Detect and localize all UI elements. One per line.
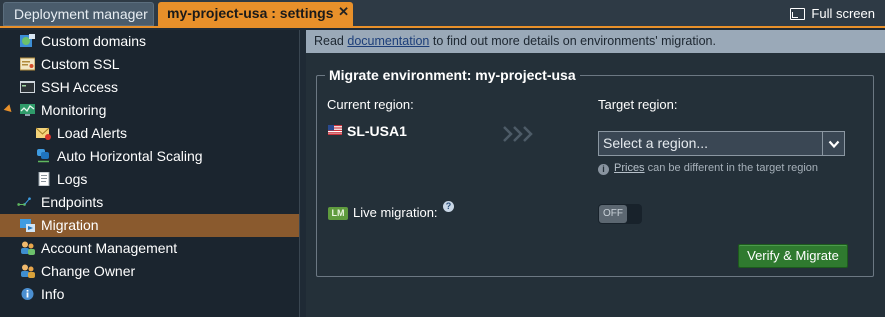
sidebar-item-custom-ssl[interactable]: Custom SSL (0, 53, 299, 76)
alert-mail-icon (36, 127, 51, 140)
live-migration-label: Live migration: (353, 205, 438, 220)
sidebar-item-monitoring[interactable]: Monitoring (0, 99, 299, 122)
sidebar-item-label: Custom SSL (41, 56, 120, 72)
owner-icon (21, 264, 35, 278)
fullscreen-icon (790, 8, 806, 20)
live-migration-toggle[interactable]: OFF (598, 204, 642, 224)
certificate-icon (20, 57, 35, 71)
current-region-label: Current region: (327, 97, 414, 112)
info-bar-suffix: to find out more details on environments… (432, 34, 716, 48)
tab-deployment-manager[interactable]: Deployment manager (3, 2, 154, 26)
sidebar-item-label: SSH Access (41, 79, 119, 95)
toggle-state-label: OFF (599, 205, 627, 223)
sidebar-item-load-alerts[interactable]: Load Alerts (0, 122, 299, 145)
chevron-down-icon (828, 140, 839, 149)
sidebar-item-migration[interactable]: Migration (0, 214, 299, 237)
sidebar-item-logs[interactable]: Logs (0, 168, 299, 191)
migrate-environment-group: Migrate environment: my-project-usa Curr… (316, 67, 874, 277)
sidebar-item-label: Monitoring (41, 102, 107, 118)
sidebar-item-label: Logs (57, 171, 88, 187)
info-icon (21, 288, 34, 300)
sidebar-item-auto-horizontal-scaling[interactable]: Auto Horizontal Scaling (0, 145, 299, 168)
sidebar-item-label: Custom domains (41, 33, 147, 49)
sidebar-item-label: Endpoints (41, 194, 104, 210)
target-region-select[interactable]: Select a region... (598, 131, 845, 156)
fullscreen-label: Full screen (811, 6, 875, 21)
prices-link[interactable]: Prices (614, 162, 645, 174)
migration-icon (20, 219, 35, 232)
target-region-placeholder: Select a region... (603, 135, 709, 151)
expand-triangle-icon[interactable] (3, 104, 15, 115)
document-icon (38, 172, 50, 186)
monitor-icon (20, 104, 35, 116)
target-region-label: Target region: (598, 97, 678, 112)
close-icon[interactable]: ✕ (338, 0, 349, 23)
sidebar-item-label: Auto Horizontal Scaling (57, 148, 203, 164)
sidebar-item-account-management[interactable]: Account Management (0, 237, 299, 260)
users-icon (21, 241, 35, 255)
terminal-icon (20, 81, 35, 93)
sidebar-item-change-owner[interactable]: Change Owner (0, 260, 299, 283)
tab-settings[interactable]: my-project-usa : settings ✕ (158, 2, 353, 26)
dropdown-trigger[interactable] (822, 132, 844, 155)
documentation-link[interactable]: documentation (347, 34, 429, 48)
sidebar: Custom domains Custom SSL SSH Access Mon… (0, 30, 300, 317)
globe-icon (20, 34, 35, 47)
sidebar-item-endpoints[interactable]: Endpoints (0, 191, 299, 214)
sidebar-item-label: Change Owner (41, 263, 136, 279)
info-icon: i (598, 164, 609, 175)
info-bar-prefix: Read (314, 34, 344, 48)
sidebar-item-label: Info (41, 286, 65, 302)
tab-settings-label: my-project-usa : settings (167, 5, 334, 21)
direction-arrows-icon (503, 126, 533, 142)
help-icon[interactable]: ? (443, 201, 454, 212)
endpoints-icon (17, 197, 31, 206)
sidebar-item-info[interactable]: Info (0, 283, 299, 306)
sidebar-item-label: Account Management (41, 240, 178, 256)
sidebar-item-ssh-access[interactable]: SSH Access (0, 76, 299, 99)
migration-panel: Read documentation to find out more deta… (306, 30, 885, 317)
info-bar: Read documentation to find out more deta… (306, 30, 885, 53)
migrate-legend: Migrate environment: my-project-usa (325, 67, 580, 83)
sidebar-item-label: Load Alerts (57, 125, 128, 141)
prices-note: i Prices can be different in the target r… (598, 162, 818, 175)
verify-migrate-button[interactable]: Verify & Migrate (738, 244, 848, 268)
sidebar-item-label: Migration (41, 217, 99, 233)
sidebar-item-custom-domains[interactable]: Custom domains (0, 30, 299, 53)
current-region-value: SL-USA1 (347, 123, 407, 139)
prices-note-text: can be different in the target region (647, 162, 819, 174)
fullscreen-button[interactable]: Full screen (790, 5, 875, 23)
us-flag-icon (328, 125, 342, 135)
tab-bar: Deployment manager my-project-usa : sett… (0, 0, 885, 28)
lm-badge: LM (328, 207, 348, 220)
scaling-icon (37, 149, 49, 163)
